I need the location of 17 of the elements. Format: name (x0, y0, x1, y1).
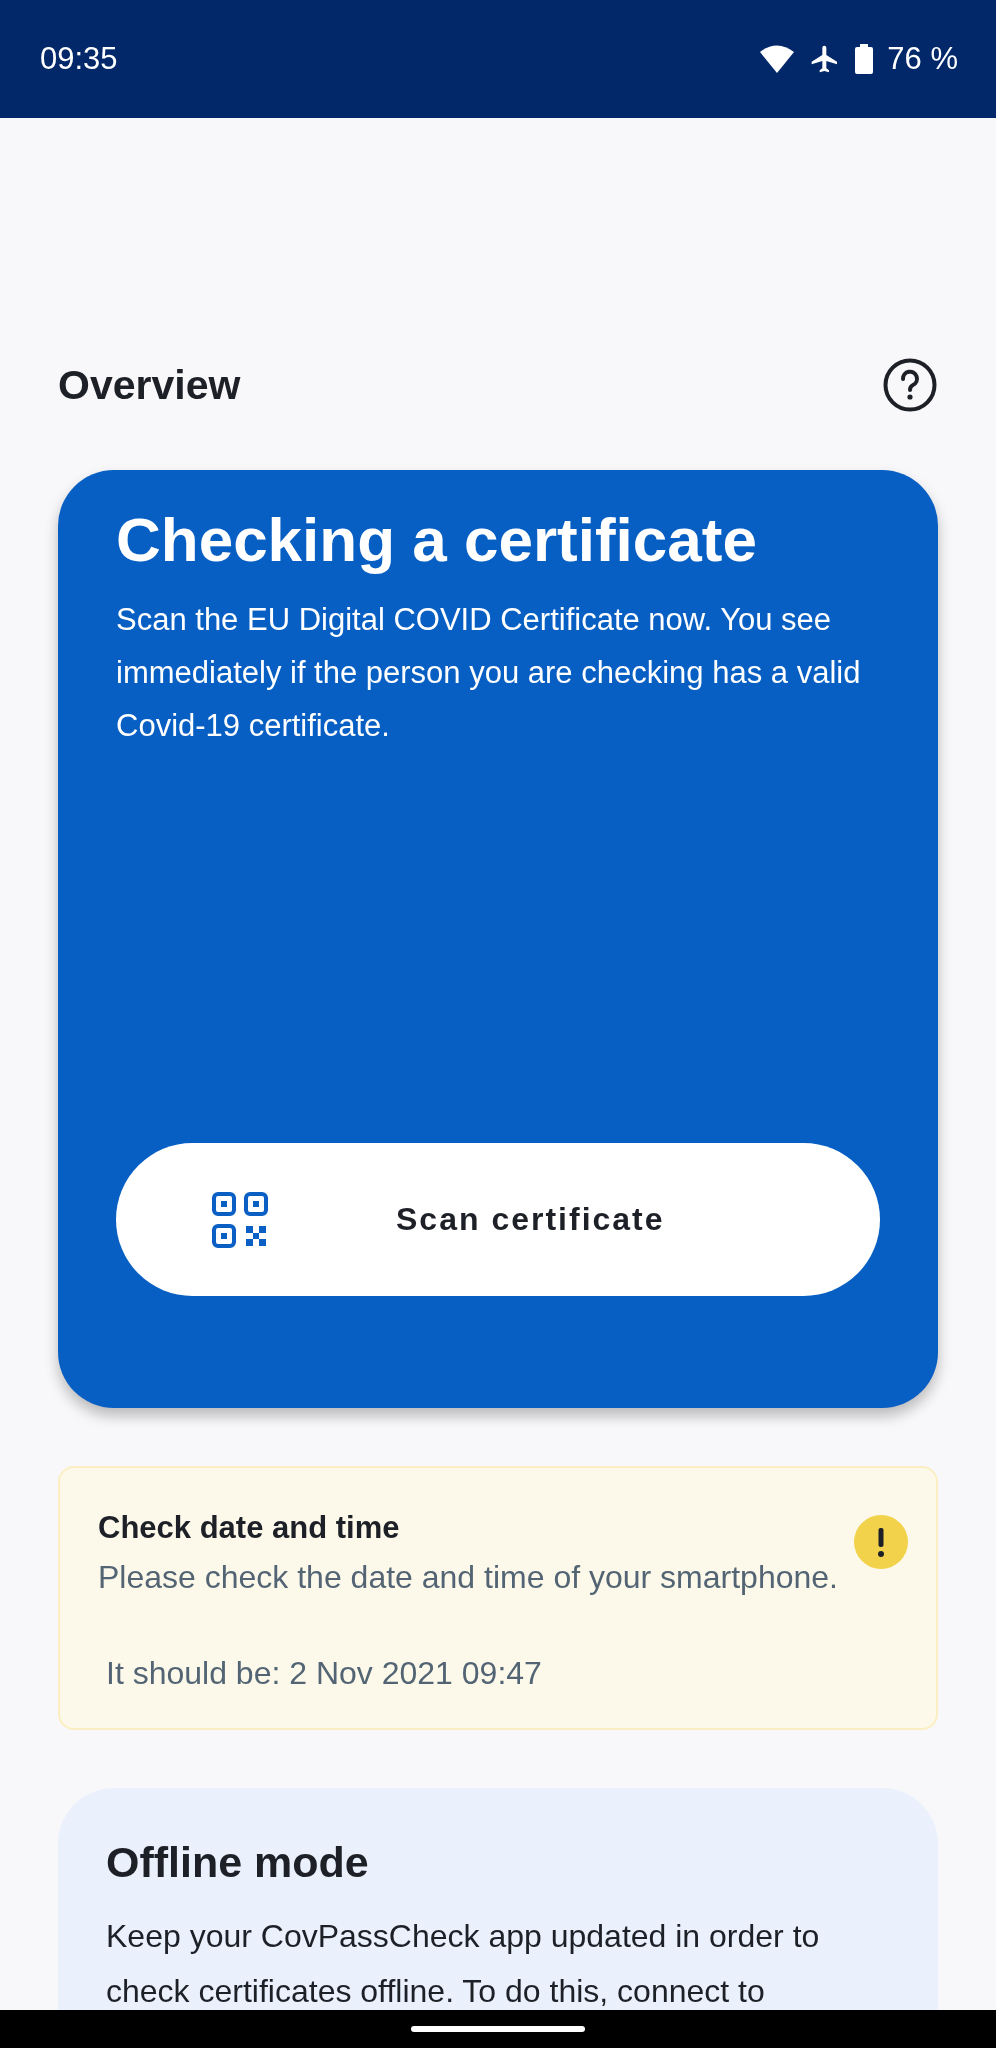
home-handle[interactable] (411, 2026, 585, 2032)
card-title: Checking a certificate (116, 504, 758, 576)
card-text: Scan the EU Digital COVID Certificate now. You see immediately if the person you are checking has a valid Covid-19 certificate. (116, 600, 862, 745)
expected-date-text: It should be: 2 Nov 2021 09:47 (106, 1655, 543, 1692)
scan-button[interactable]: Scan certificate (116, 1143, 880, 1296)
battery-icon (855, 44, 874, 74)
offline-text: Keep your CovPassCheck app updated in order to check certificates offline. To do this, connect to (106, 1917, 821, 2011)
battery-level: 76 % (887, 41, 958, 77)
notice-title: Check date and time (98, 1510, 401, 1546)
help-icon[interactable] (883, 358, 937, 412)
exclamation-icon (854, 1515, 908, 1569)
clock: 09:35 (40, 41, 118, 77)
wifi-icon (759, 44, 796, 74)
qr-code-icon (212, 1191, 268, 1248)
page-title: Overview (58, 361, 241, 409)
notice-text: Please check the date and time of your smartphone. (98, 1558, 838, 1597)
offline-title: Offline mode (106, 1838, 370, 1887)
